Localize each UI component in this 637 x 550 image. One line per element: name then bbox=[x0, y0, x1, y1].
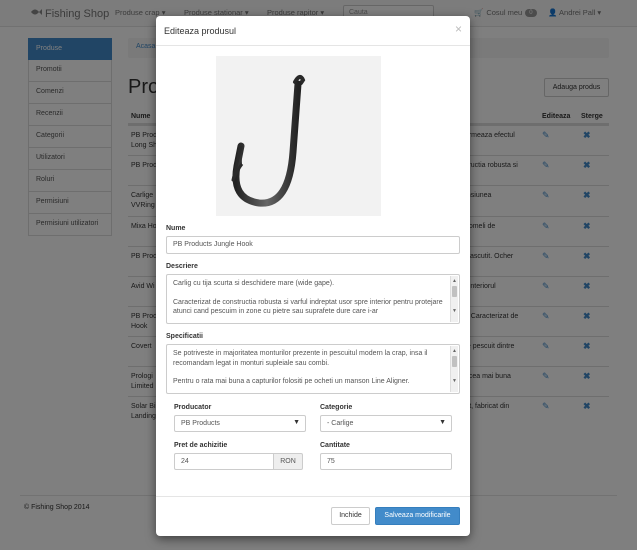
specs-textarea[interactable]: Se potriveste in majoritatea monturilor … bbox=[166, 344, 460, 394]
specs-line: Pentru o rata mai buna a capturilor folo… bbox=[173, 378, 410, 385]
price-field[interactable]: 24 bbox=[174, 453, 274, 470]
quantity-field[interactable]: 75 bbox=[320, 453, 452, 470]
name-label: Nume bbox=[166, 225, 186, 232]
name-field[interactable]: PB Products Jungle Hook bbox=[166, 236, 460, 254]
producer-value: PB Products bbox=[181, 420, 220, 427]
product-image bbox=[216, 56, 381, 216]
edit-product-modal: Editeaza produsul × Nume PB Products Jun… bbox=[156, 16, 470, 536]
scroll-thumb[interactable] bbox=[452, 356, 457, 367]
close-icon[interactable]: × bbox=[455, 22, 462, 36]
save-changes-button[interactable]: Salveaza modificarile bbox=[375, 507, 460, 525]
category-value: - Carlige bbox=[327, 420, 354, 427]
close-button[interactable]: Inchide bbox=[331, 507, 370, 525]
price-label: Pret de achizitie bbox=[174, 442, 228, 449]
modal-title: Editeaza produsul bbox=[164, 26, 237, 36]
description-line: Caracterizat de constructia robusta si v… bbox=[173, 298, 443, 316]
specs-line: Se potriveste in majoritatea monturilor … bbox=[173, 350, 428, 367]
fish-hook-icon bbox=[231, 75, 306, 207]
category-select[interactable]: - Carlige ▼ bbox=[320, 415, 452, 432]
scroll-down-icon[interactable]: ▼ bbox=[452, 377, 457, 387]
producer-label: Producator bbox=[174, 404, 212, 411]
modal-footer-divider bbox=[156, 496, 470, 497]
scroll-down-icon[interactable]: ▼ bbox=[452, 307, 457, 317]
category-label: Categorie bbox=[320, 404, 353, 411]
scroll-thumb[interactable] bbox=[452, 286, 457, 297]
modal-header: Editeaza produsul × bbox=[156, 16, 470, 46]
specs-scrollbar[interactable]: ▲ ▼ bbox=[450, 346, 458, 392]
chevron-down-icon: ▼ bbox=[293, 419, 300, 426]
specs-label: Specificatii bbox=[166, 333, 203, 340]
producer-select[interactable]: PB Products ▼ bbox=[174, 415, 306, 432]
description-line: Carlig cu tija scurta si deschidere mare… bbox=[173, 280, 335, 287]
description-label: Descriere bbox=[166, 263, 198, 270]
chevron-down-icon: ▼ bbox=[439, 419, 446, 426]
quantity-label: Cantitate bbox=[320, 442, 350, 449]
description-textarea[interactable]: Carlig cu tija scurta si deschidere mare… bbox=[166, 274, 460, 324]
description-scrollbar[interactable]: ▲ ▼ bbox=[450, 276, 458, 322]
currency-addon: RON bbox=[274, 453, 303, 470]
